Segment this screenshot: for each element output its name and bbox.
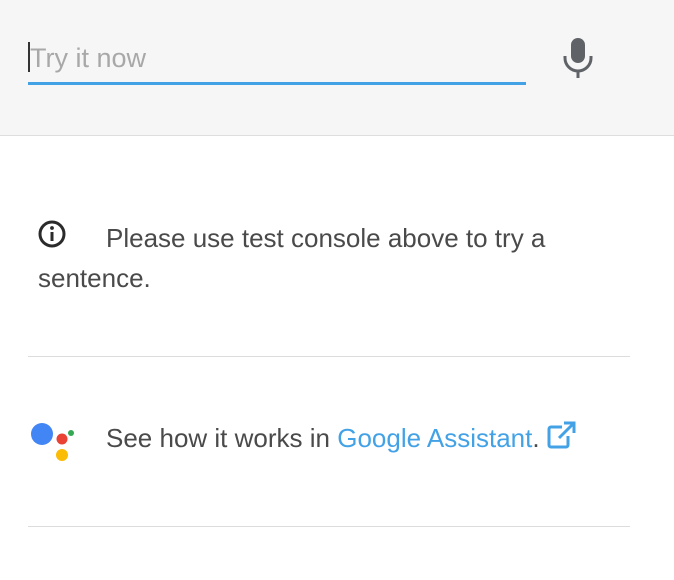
try-it-input-wrapper [28,34,526,85]
divider [28,356,630,357]
text-caret [28,42,30,72]
external-link-icon[interactable] [546,421,576,449]
divider [28,526,630,527]
microphone-icon[interactable] [558,36,598,80]
test-console-bar [0,0,674,136]
google-assistant-logo [31,423,74,461]
info-icon [38,220,66,248]
info-message: Please use test console above to try a s… [38,218,598,298]
info-message-text: Please use test console above to try a s… [38,223,546,293]
assistant-promo: See how it works in Google Assistant. [106,418,576,458]
assistant-promo-prefix: See how it works in [106,423,338,453]
google-assistant-link[interactable]: Google Assistant [337,423,532,453]
try-it-input[interactable] [28,34,526,82]
assistant-promo-suffix: . [532,423,540,453]
input-underline [28,82,526,85]
